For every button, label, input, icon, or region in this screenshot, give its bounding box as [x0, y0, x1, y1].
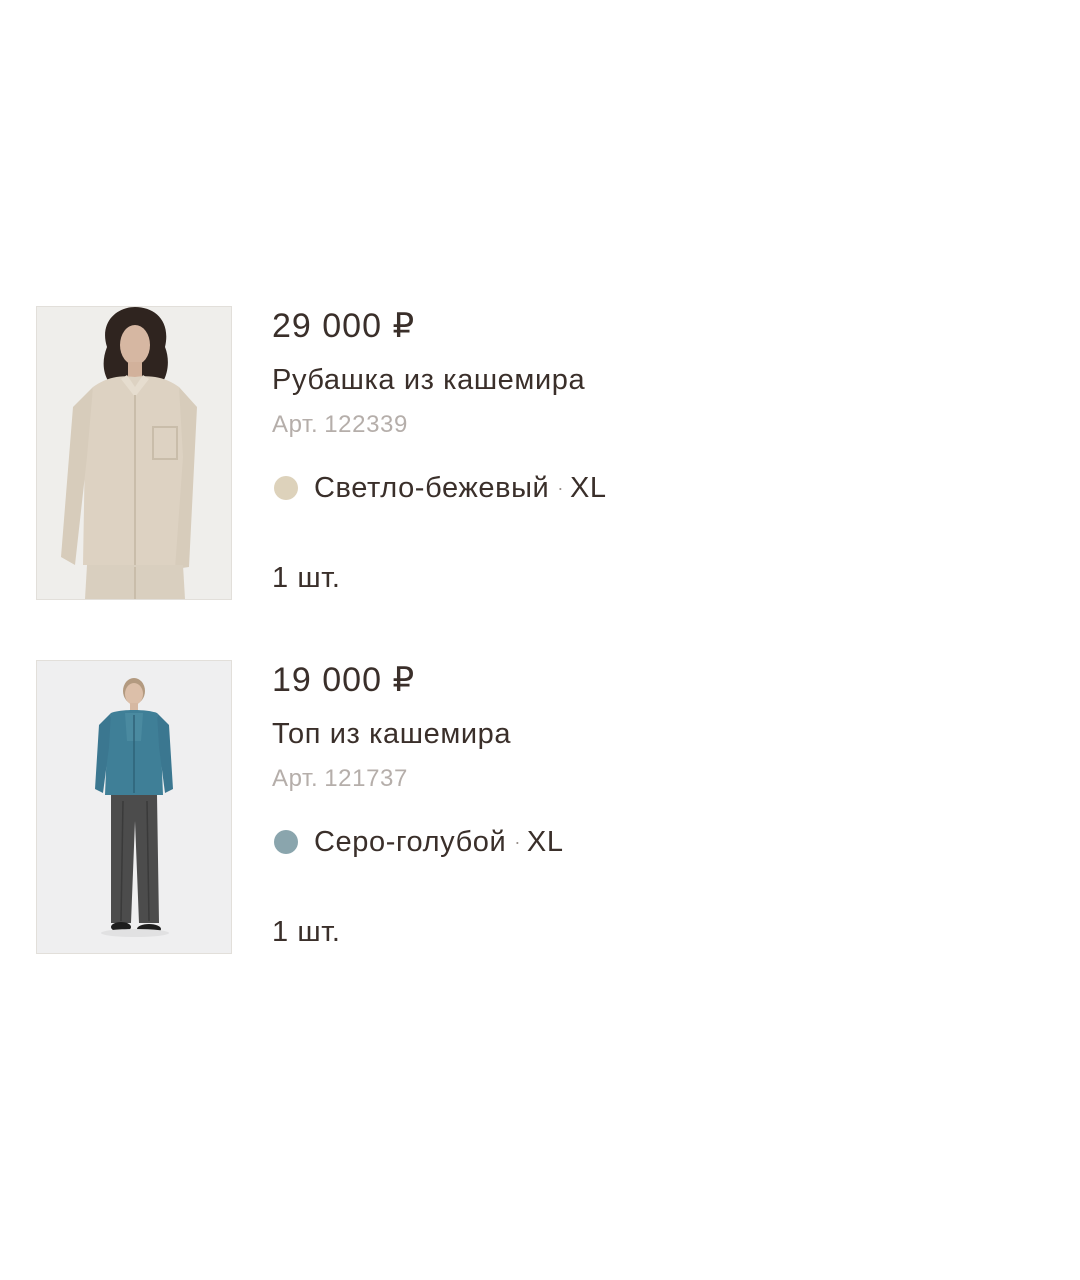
- item-sku: Арт. 121737: [272, 764, 408, 794]
- cart-item-details: 29 000 ₽ Рубашка из кашемира Арт. 122339 …: [272, 306, 972, 600]
- color-swatch-icon: [274, 476, 298, 500]
- color-name: Серо-голубой: [314, 825, 507, 858]
- cart-item-list: 29 000 ₽ Рубашка из кашемира Арт. 122339 …: [0, 0, 1080, 1280]
- item-quantity: 1 шт.: [272, 916, 341, 948]
- item-variant: Светло-бежевый · XL: [274, 470, 607, 506]
- item-title[interactable]: Топ из кашемира: [272, 716, 511, 752]
- product-image[interactable]: [36, 660, 232, 954]
- size-value: XL: [526, 825, 564, 858]
- cart-item[interactable]: 29 000 ₽ Рубашка из кашемира Арт. 122339 …: [36, 306, 1036, 602]
- sku-label: Арт.: [272, 411, 319, 438]
- size-value: XL: [569, 471, 607, 504]
- item-quantity: 1 шт.: [272, 562, 341, 594]
- item-title[interactable]: Рубашка из кашемира: [272, 362, 585, 398]
- product-photo-blue-top: [37, 661, 231, 953]
- item-variant: Серо-голубой · XL: [274, 824, 564, 860]
- cart-item-details: 19 000 ₽ Топ из кашемира Арт. 121737 Серо…: [272, 660, 972, 954]
- sku-number: 122339: [324, 411, 408, 438]
- product-image[interactable]: [36, 306, 232, 600]
- item-price: 19 000 ₽: [272, 661, 416, 699]
- item-price: 29 000 ₽: [272, 307, 416, 345]
- cart-item[interactable]: 19 000 ₽ Топ из кашемира Арт. 121737 Серо…: [36, 660, 1036, 956]
- color-name: Светло-бежевый: [314, 471, 550, 504]
- variant-separator: ·: [514, 831, 521, 852]
- color-swatch-icon: [274, 830, 298, 854]
- item-sku: Арт. 122339: [272, 410, 408, 440]
- sku-number: 121737: [324, 765, 408, 792]
- product-photo-beige-shirt: [37, 307, 231, 599]
- sku-label: Арт.: [272, 765, 319, 792]
- variant-separator: ·: [557, 477, 564, 498]
